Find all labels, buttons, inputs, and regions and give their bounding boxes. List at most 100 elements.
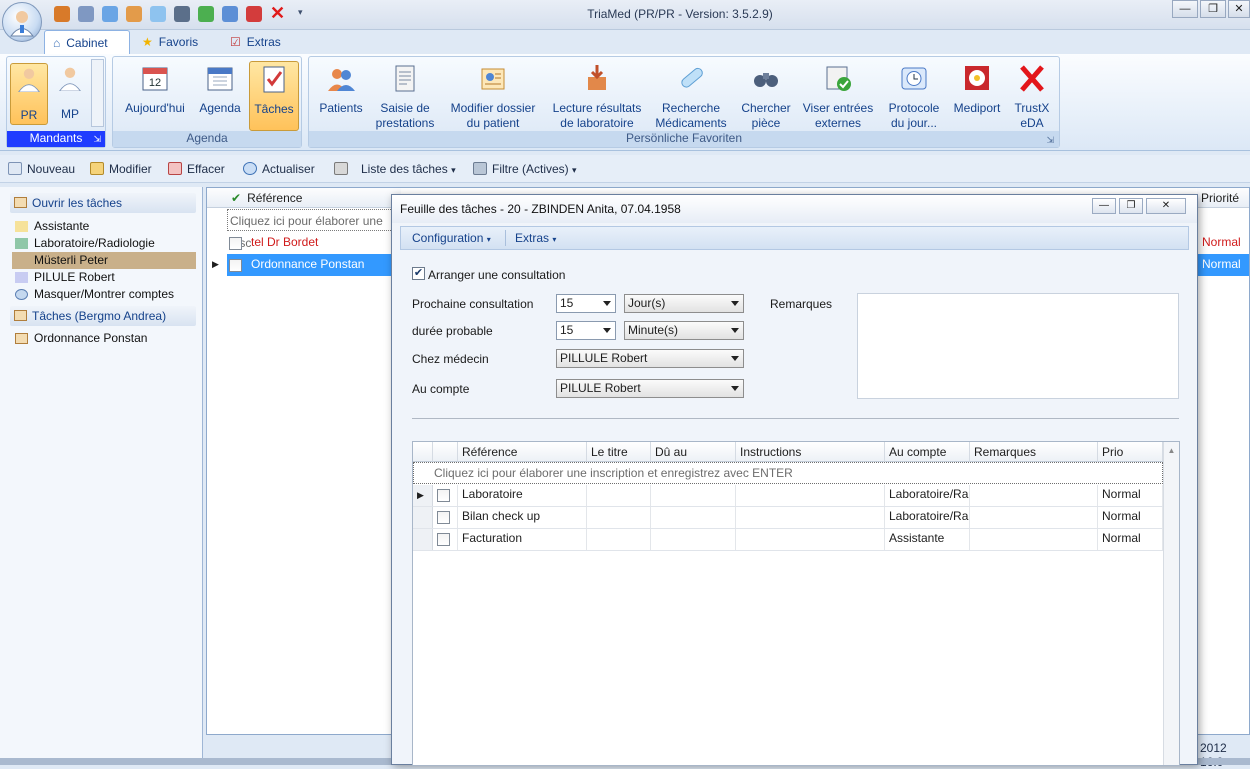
cell-instructions[interactable] — [736, 529, 885, 550]
cell-prio[interactable]: Normal — [1098, 485, 1163, 506]
cell-reference[interactable]: Bilan check up — [458, 507, 587, 528]
cell-reference[interactable]: Laboratoire — [458, 485, 587, 506]
mandant-mp-button[interactable]: MP — [51, 63, 89, 125]
account-select[interactable]: PILULE Robert — [556, 379, 744, 398]
quick-access-approve-icon[interactable] — [198, 6, 214, 22]
tasks-button[interactable]: Tâches — [249, 61, 299, 131]
tab-favoris[interactable]: ★ Favoris — [134, 30, 214, 54]
cell-reference[interactable]: Facturation — [458, 529, 587, 550]
cell-instructions[interactable] — [736, 485, 885, 506]
dialog-close-button[interactable]: ✕ — [1146, 198, 1186, 214]
mandant-pr-button[interactable]: PR — [10, 63, 48, 125]
quick-access-clock-icon[interactable] — [222, 6, 238, 22]
dialog-launcher-icon[interactable]: ⇲ — [93, 134, 101, 145]
edit-button[interactable]: Modifier — [90, 161, 152, 177]
remarks-textarea[interactable] — [857, 293, 1179, 399]
today-button[interactable]: 12 Aujourd'hui — [119, 61, 191, 131]
refresh-button[interactable]: Actualiser — [243, 161, 315, 177]
row-checkbox[interactable] — [437, 511, 450, 524]
dialog-minimize-button[interactable]: — — [1092, 198, 1116, 214]
column-header-reference[interactable]: Référence — [458, 442, 587, 462]
daily-protocol-button[interactable]: Protocole du jour... — [883, 61, 945, 131]
cell-prio[interactable]: Normal — [1098, 507, 1163, 528]
column-header-due[interactable]: Dû au — [651, 442, 736, 462]
search-document-button[interactable]: Chercher pièce — [737, 61, 795, 131]
row-checkbox[interactable] — [437, 533, 450, 546]
delete-button[interactable]: Effacer — [168, 161, 225, 177]
quick-access-document-icon[interactable] — [78, 6, 94, 22]
sidebar-item-assistante[interactable]: Assistante — [12, 218, 196, 235]
column-header-priority[interactable]: Priorité — [1197, 188, 1249, 208]
maximize-button[interactable]: ❐ — [1200, 0, 1226, 18]
cell-remarks[interactable] — [970, 507, 1098, 528]
next-consultation-unit-select[interactable]: Jour(s) — [624, 294, 744, 313]
approve-external-entries-button[interactable]: Viser entrées externes — [801, 61, 875, 131]
sidebar-item-toggle-accounts[interactable]: Masquer/Montrer comptes — [12, 286, 196, 303]
tab-cabinet[interactable]: ⌂ Cabinet — [44, 30, 130, 54]
column-header-prio[interactable]: Prio — [1098, 442, 1163, 462]
next-consultation-value-select[interactable]: 15 — [556, 294, 616, 313]
cell-prio[interactable]: Normal — [1098, 529, 1163, 550]
column-header-title[interactable]: Le titre — [587, 442, 651, 462]
doctor-select[interactable]: PILLULE Robert — [556, 349, 744, 368]
table-row[interactable]: ▶ Laboratoire Laboratoire/Ra Normal — [413, 485, 1163, 507]
row-selector[interactable] — [413, 507, 433, 528]
minimize-button[interactable]: — — [1172, 0, 1198, 18]
new-row-hint[interactable]: Cliquez ici pour élaborer une insc — [227, 209, 401, 250]
sidebar-item-musterli[interactable]: Müsterli Peter — [12, 252, 196, 269]
scroll-up-icon[interactable]: ▲ — [1164, 446, 1179, 455]
table-row[interactable]: Bilan check up Laboratoire/Ra Normal — [413, 507, 1163, 529]
column-header-instructions[interactable]: Instructions — [736, 442, 885, 462]
cell-remarks[interactable] — [970, 529, 1098, 550]
cell-instructions[interactable] — [736, 507, 885, 528]
quick-access-binoculars-icon[interactable] — [174, 6, 190, 22]
sidebar-task-ordonnance[interactable]: Ordonnance Ponstan — [12, 330, 196, 347]
column-header-account[interactable]: Au compte — [885, 442, 970, 462]
sidebar-header-open-tasks[interactable]: Ouvrir les tâches — [10, 193, 196, 213]
agenda-button[interactable]: Agenda — [195, 61, 245, 131]
cell-remarks[interactable] — [970, 485, 1098, 506]
app-menu-orb[interactable] — [2, 2, 42, 42]
row-selector[interactable]: ▶ — [413, 485, 433, 506]
task-list-dropdown[interactable]: Liste des tâches ▾ — [334, 161, 456, 177]
row-checkbox[interactable] — [229, 259, 242, 272]
cell-due[interactable] — [651, 529, 736, 550]
cell-account[interactable]: Assistante — [885, 529, 970, 550]
vertical-scrollbar[interactable]: ▲ — [1163, 442, 1179, 765]
duration-value-select[interactable]: 15 — [556, 321, 616, 340]
table-row[interactable]: Facturation Assistante Normal — [413, 529, 1163, 551]
edit-patient-record-button[interactable]: Modifier dossier du patient — [447, 61, 539, 131]
row-checkbox[interactable] — [437, 489, 450, 502]
cell-account[interactable]: Laboratoire/Ra — [885, 485, 970, 506]
new-row-hint[interactable]: Cliquez ici pour élaborer une inscriptio… — [413, 462, 1163, 484]
mediport-button[interactable]: Mediport — [949, 61, 1005, 131]
arrange-consultation-checkbox[interactable]: ✔ — [412, 267, 425, 280]
menu-configuration[interactable]: Configuration ▾ — [412, 231, 491, 245]
cell-title[interactable] — [587, 529, 651, 550]
cell-title[interactable] — [587, 507, 651, 528]
sidebar-item-pilule[interactable]: PILULE Robert — [12, 269, 196, 286]
menu-extras[interactable]: Extras ▾ — [515, 231, 556, 245]
filter-dropdown[interactable]: Filtre (Actives) ▾ — [473, 161, 577, 177]
cell-due[interactable] — [651, 485, 736, 506]
quick-access-lab-icon[interactable] — [126, 6, 142, 22]
sidebar-header-tasks-bergmo[interactable]: Tâches (Bergmo Andrea) — [10, 306, 196, 326]
quick-access-mediport-icon[interactable] — [246, 6, 262, 22]
dialog-maximize-button[interactable]: ❐ — [1119, 198, 1143, 214]
quick-access-trustx-icon[interactable]: ✕ — [270, 3, 285, 23]
row-checkbox[interactable] — [229, 237, 242, 250]
new-button[interactable]: Nouveau — [8, 161, 75, 177]
quick-access-pill-icon[interactable] — [150, 6, 166, 22]
column-header-reference[interactable]: ✔ Référence — [227, 188, 401, 208]
tab-extras[interactable]: ☑ Extras — [222, 30, 302, 54]
quick-access-user-icon[interactable] — [54, 6, 70, 22]
quick-access-patient-icon[interactable] — [102, 6, 118, 22]
column-header-remarks[interactable]: Remarques — [970, 442, 1098, 462]
cell-title[interactable] — [587, 485, 651, 506]
read-lab-results-button[interactable]: Lecture résultats de laboratoire — [549, 61, 645, 131]
services-entry-button[interactable]: Saisie de prestations — [373, 61, 437, 131]
trustx-eda-button[interactable]: TrustX eDA — [1009, 61, 1055, 131]
cell-account[interactable]: Laboratoire/Ra — [885, 507, 970, 528]
search-medication-button[interactable]: Recherche Médicaments — [655, 61, 727, 131]
mandants-scrollbar[interactable] — [91, 59, 104, 127]
